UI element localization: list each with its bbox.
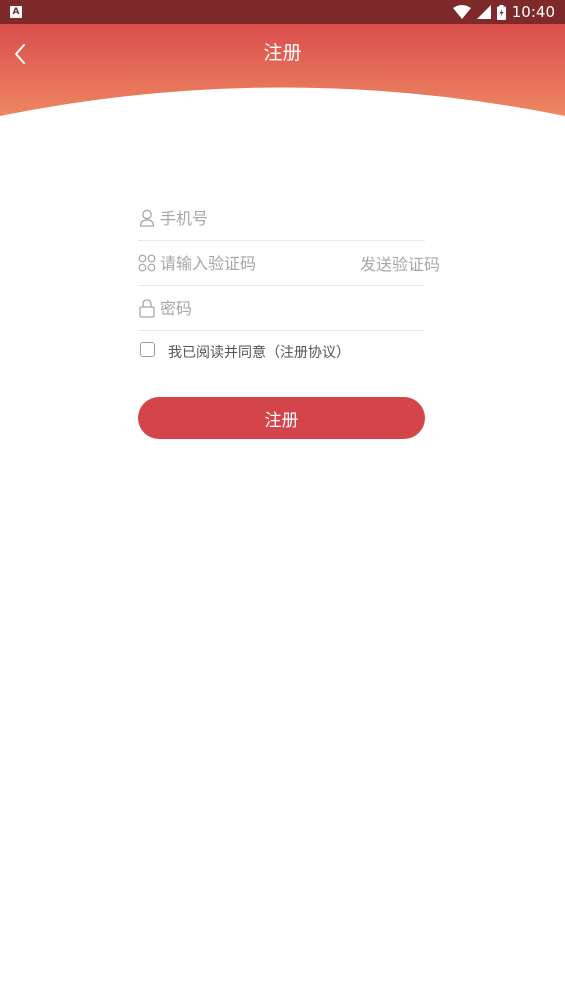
lock-icon <box>138 298 156 318</box>
header-background <box>0 24 565 116</box>
verification-code-input[interactable] <box>160 248 360 278</box>
send-code-button[interactable]: 发送验证码 <box>360 251 454 275</box>
code-field-row: 发送验证码 <box>138 241 440 286</box>
notification-a-icon: A <box>10 6 22 18</box>
page-title: 注册 <box>263 42 302 64</box>
register-screen: A 10:40 注册 手机号 请输入验证码 发送验证码 我已阅读并同意 （注册协… <box>0 0 565 1005</box>
agreement-text: 我已阅读并同意 <box>168 345 266 361</box>
agreement-row: 我已阅读并同意 （注册协议） <box>138 331 425 373</box>
user-icon <box>138 208 156 228</box>
wifi-icon <box>452 5 471 19</box>
register-form: 发送验证码 我已阅读并同意 （注册协议） <box>138 196 440 373</box>
battery-icon <box>496 4 506 20</box>
agreement-checkbox[interactable] <box>140 341 155 357</box>
register-button[interactable]: 注册 <box>138 397 425 439</box>
password-field-row <box>138 286 425 331</box>
status-time: 10:40 <box>511 3 555 21</box>
signal-icon <box>476 5 491 19</box>
password-input[interactable] <box>160 293 425 323</box>
code-icon <box>138 253 156 273</box>
phone-field-row <box>138 196 425 241</box>
status-bar: A 10:40 <box>0 0 565 24</box>
agreement-link[interactable]: （注册协议） <box>266 342 350 362</box>
phone-input[interactable] <box>160 203 425 233</box>
status-indicators: 10:40 <box>452 3 555 21</box>
